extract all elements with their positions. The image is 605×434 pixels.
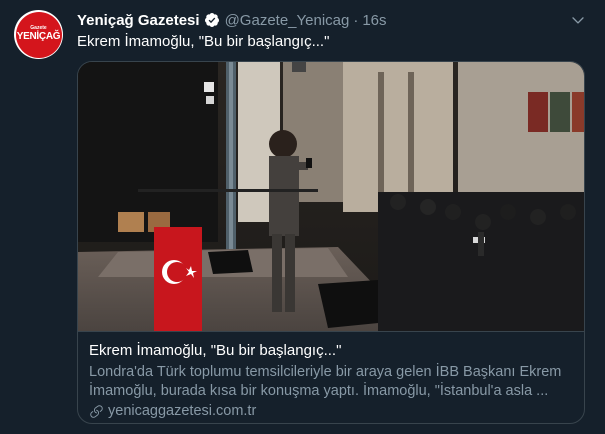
yenicag-logo: Gazete YENİÇAĞ (15, 11, 62, 58)
author-name[interactable]: Yeniçağ Gazetesi (77, 12, 200, 29)
link-card[interactable]: Ekrem İmamoğlu, "Bu bir başlangıç..." Lo… (77, 61, 585, 424)
tweet-text: Ekrem İmamoğlu, "Bu bir başlangıç..." (77, 33, 330, 50)
logo-main-text: YENİÇAĞ (16, 31, 61, 42)
video-thumbnail (78, 62, 584, 331)
card-domain: yenicaggazetesi.com.tr (89, 403, 256, 419)
card-media[interactable] (78, 62, 584, 331)
card-body[interactable]: Ekrem İmamoğlu, "Bu bir başlangıç..." Lo… (78, 331, 584, 423)
avatar[interactable]: Gazete YENİÇAĞ (14, 10, 63, 59)
card-domain-text: yenicaggazetesi.com.tr (108, 403, 257, 419)
header-separator: · (353, 11, 359, 29)
link-icon (90, 404, 103, 418)
timestamp[interactable]: 16s (362, 12, 386, 29)
card-description: Londra'da Türk toplumu temsilcileriyle b… (89, 364, 562, 399)
tweet[interactable]: Gazete YENİÇAĞ Yeniçağ Gazetesi @Gazete_… (0, 0, 605, 434)
author-handle[interactable]: @Gazete_Yenicag (225, 12, 350, 29)
card-title: Ekrem İmamoğlu, "Bu bir başlangıç..." (89, 342, 342, 359)
verified-badge-icon (204, 13, 219, 27)
tweet-header: Yeniçağ Gazetesi @Gazete_Yenicag · 16s (77, 10, 387, 30)
chevron-down-icon[interactable] (570, 12, 586, 28)
